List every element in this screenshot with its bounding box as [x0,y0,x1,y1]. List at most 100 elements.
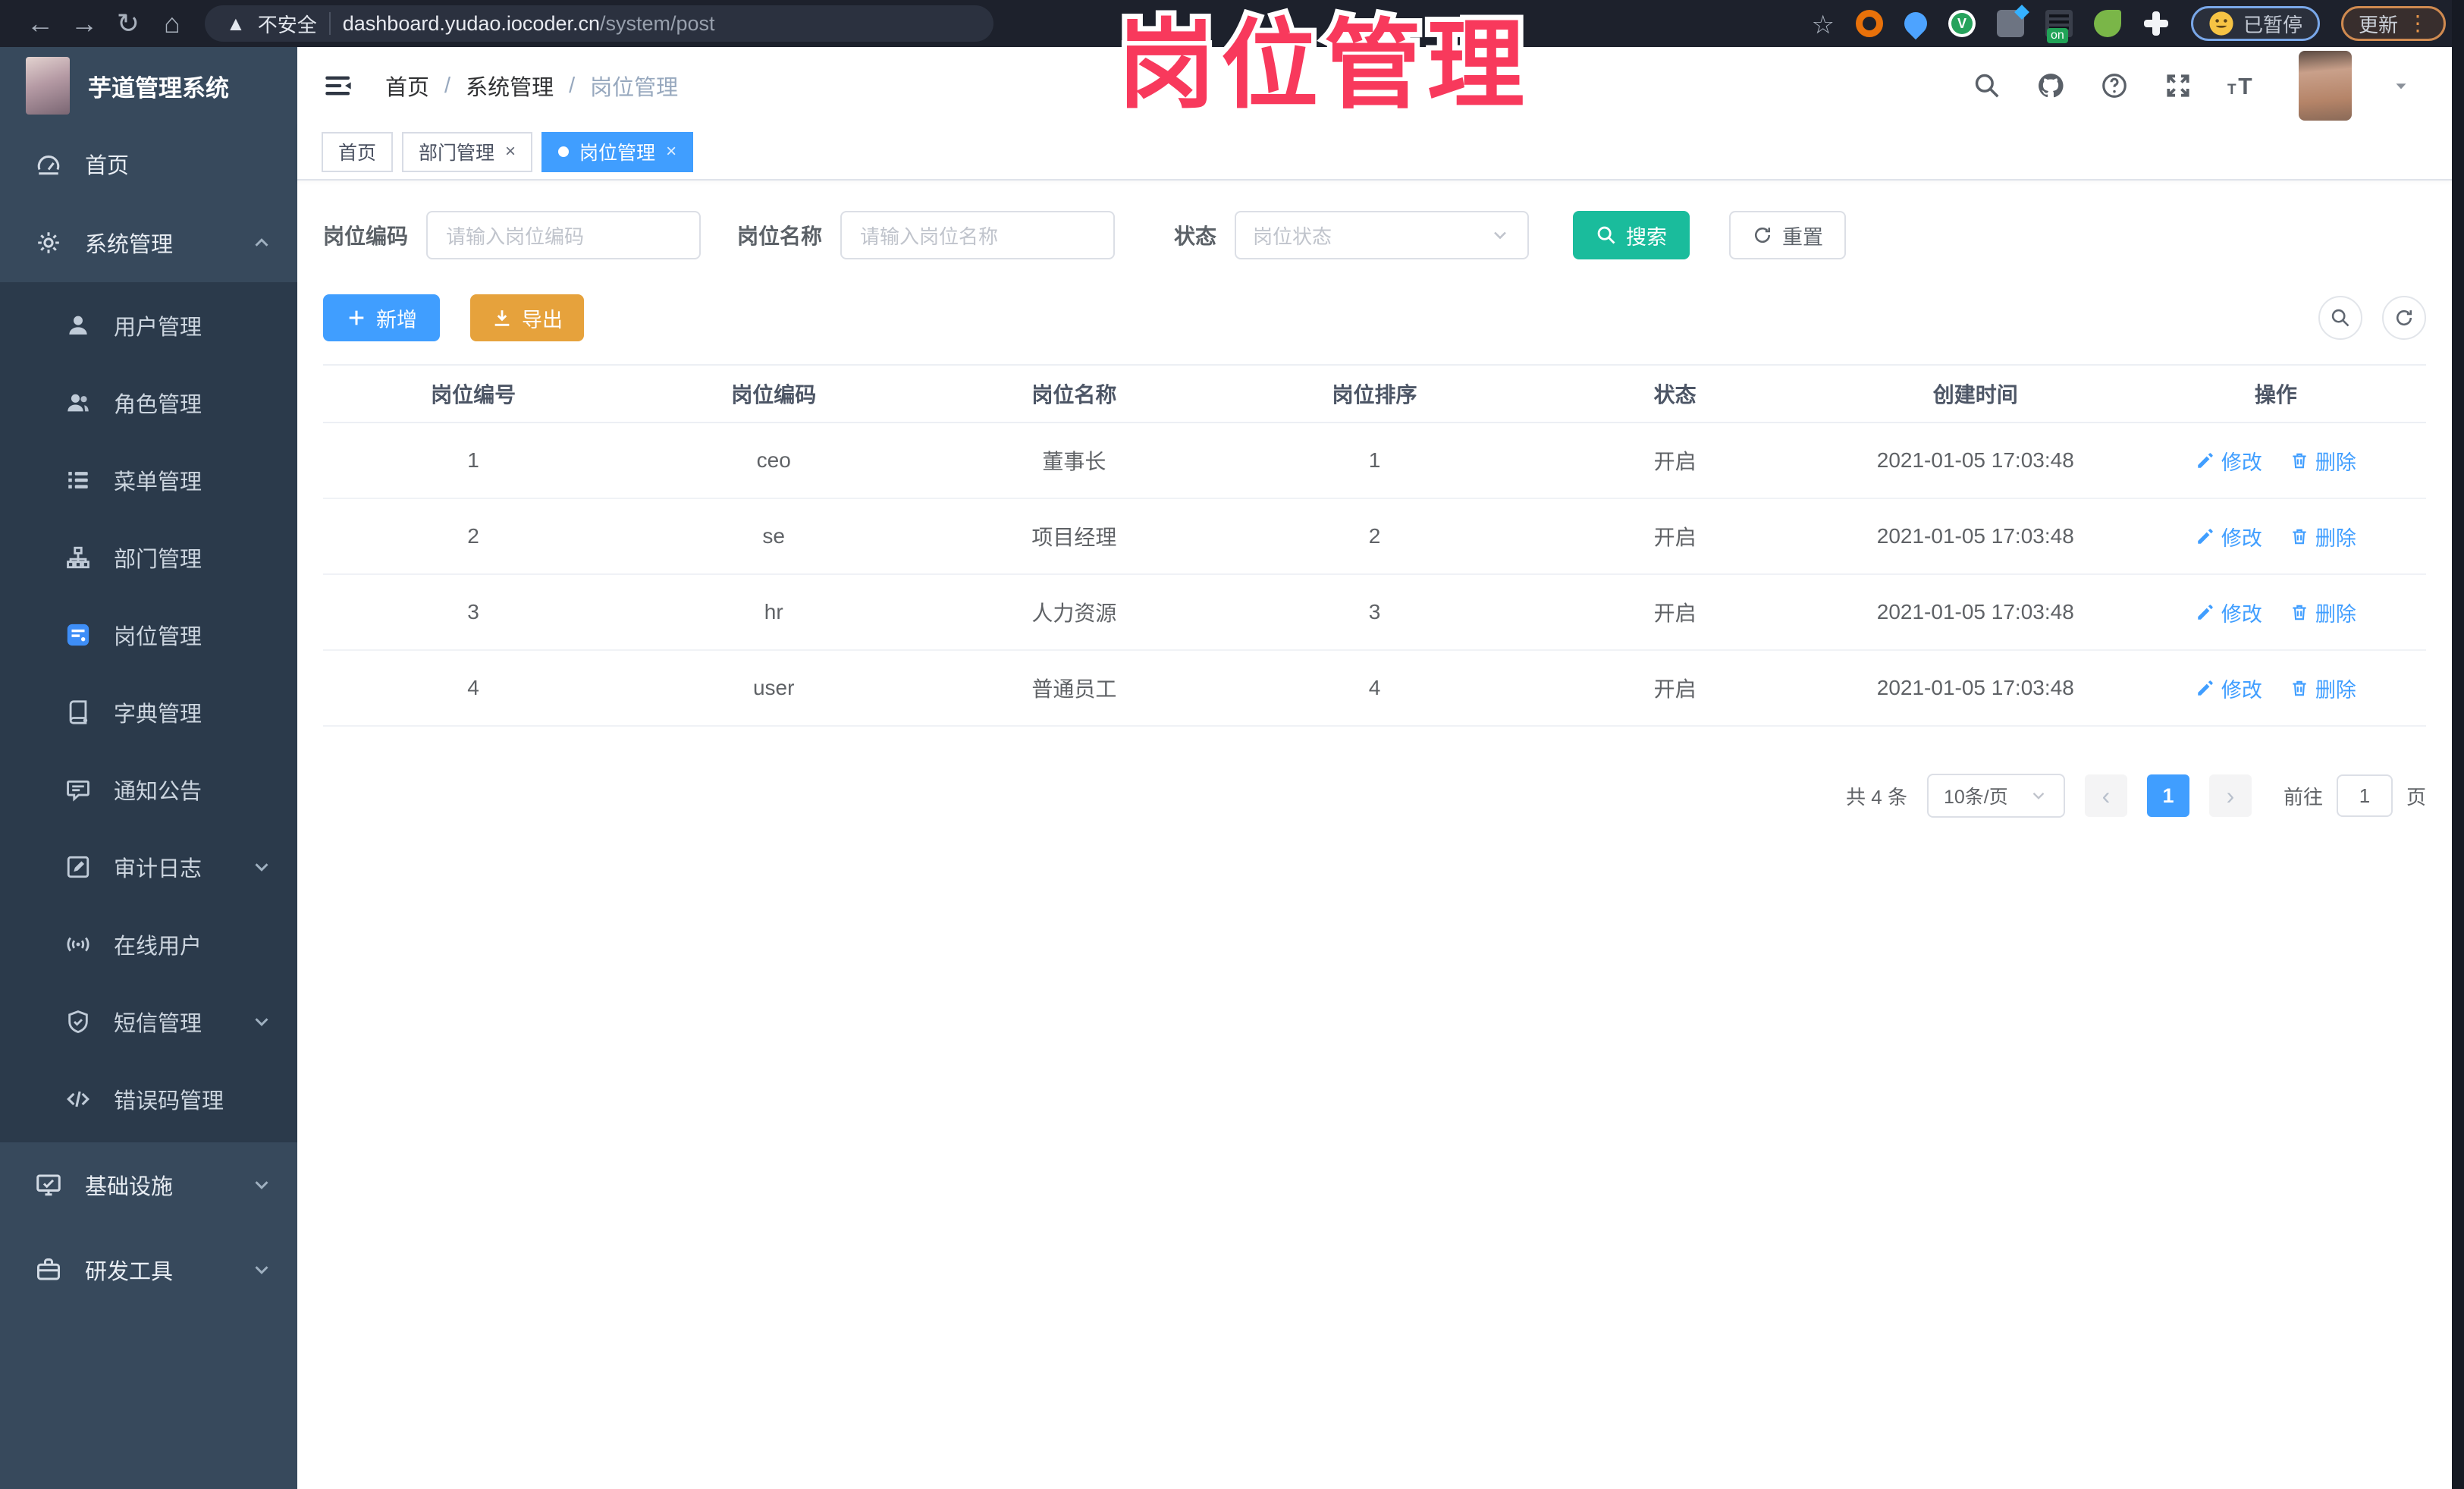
export-button-label: 导出 [522,308,563,331]
address-bar[interactable]: ▲ 不安全 dashboard.yudao.iocoder.cn/system/… [205,5,993,42]
table-body: 1 ceo 董事长 1 开启 2021-01-05 17:03:48 修改 删除 2 se 项目经理… [323,423,2426,727]
sidebar-item[interactable]: 用户管理 [0,287,297,364]
cell-name: 普通员工 [1031,677,1117,701]
sidebar-item[interactable]: 系统管理 [0,203,297,282]
delete-link[interactable]: 删除 [2290,522,2356,551]
reset-button[interactable]: 重置 [1729,211,1847,259]
sidebar-item-label: 角色管理 [114,393,202,417]
sidebar-item[interactable]: 错误码管理 [0,1060,297,1138]
edit-link[interactable]: 修改 [2196,598,2262,627]
sidebar-item[interactable]: 菜单管理 [0,441,297,519]
post-code-input[interactable]: 请输入岗位编码 [426,211,702,259]
sidebar-item[interactable]: 通知公告 [0,751,297,828]
github-icon[interactable] [2036,71,2065,100]
post-name-input[interactable]: 请输入岗位名称 [840,211,1116,259]
sidebar-item-label: 字典管理 [114,702,202,727]
delete-link-label: 删除 [2315,678,2356,702]
back-icon[interactable]: ← [18,8,62,39]
help-icon[interactable] [2100,71,2129,100]
refresh-table-button[interactable] [2382,296,2426,340]
delete-link-label: 删除 [2315,526,2356,550]
search-icon [2330,307,2351,328]
cell-status: 开启 [1653,677,1697,701]
sidebar-item-active[interactable]: 岗位管理 [0,596,297,674]
devtools-icon [35,1256,62,1283]
breadcrumb-home[interactable]: 首页 [385,70,429,102]
extension-green-check-icon[interactable]: V [1948,10,1976,37]
edit-link[interactable]: 修改 [2196,522,2262,551]
update-label: 更新 [2358,13,2398,36]
bookmark-star-icon[interactable]: ☆ [1811,10,1834,39]
font-size-icon[interactable]: TT [2227,71,2256,100]
add-button[interactable]: 新增 [323,294,440,341]
main-content: 岗位编码 请输入岗位编码 岗位名称 请输入岗位名称 状态 岗位状态 搜索 重置 [297,181,2452,1489]
close-icon[interactable]: × [505,141,516,162]
app-logo[interactable]: 芋道管理系统 [0,47,297,124]
extension-orange-ring-icon[interactable] [1855,10,1883,37]
edit-link-label: 修改 [2221,678,2262,702]
cell-actions: 修改 删除 [2126,499,2426,573]
status-label: 状态 [1174,225,1217,248]
browser-update-button[interactable]: 更新 ⋮ [2340,6,2446,41]
caret-down-icon[interactable] [2391,76,2411,96]
tab-view[interactable]: 部门管理 × [402,131,533,172]
sidebar-item[interactable]: 短信管理 [0,983,297,1060]
reload-icon[interactable]: ↻ [106,8,150,39]
error-code-icon [65,1086,91,1112]
delete-link[interactable]: 删除 [2290,598,2356,627]
cell-status: 开启 [1653,602,1697,625]
extension-list-icon[interactable]: on [2045,10,2073,43]
profile-paused-chip[interactable]: 已暂停 [2190,6,2320,41]
sidebar-item[interactable]: 基础设施 [0,1142,297,1227]
extension-sprout-icon[interactable] [2093,10,2121,37]
current-page-button[interactable]: 1 [2146,774,2189,817]
cell-sort: 3 [1368,600,1381,624]
status-select[interactable]: 岗位状态 [1235,211,1530,259]
sidebar-bottom-group: 基础设施 研发工具 [0,1142,297,1312]
search-icon [1596,225,1617,246]
hamburger-icon[interactable] [323,71,353,101]
goto-page-input[interactable] [2336,774,2393,817]
cell-code: hr [764,600,783,624]
sidebar-item[interactable]: 审计日志 [0,828,297,906]
page-size-select[interactable]: 10条/页 [1926,774,2065,818]
sidebar-item[interactable]: 角色管理 [0,364,297,441]
sidebar-item[interactable]: 在线用户 [0,906,297,983]
kebab-menu-icon[interactable]: ⋮ [2407,13,2428,34]
next-page-button[interactable]: › [2208,774,2252,817]
prev-page-button[interactable]: ‹ [2084,774,2127,817]
search-icon[interactable] [1973,71,2001,100]
export-button[interactable]: 导出 [470,294,584,341]
tab-view-active[interactable]: 岗位管理 × [541,131,694,172]
extension-pin-icon[interactable] [1899,7,1932,40]
column-header: 岗位编码 [731,383,817,407]
reset-button-label: 重置 [1782,225,1824,249]
sidebar-item-label: 系统管理 [85,233,174,257]
extension-grid-icon[interactable] [1996,10,2024,37]
home-icon[interactable]: ⌂ [150,8,194,39]
sidebar-item[interactable]: 字典管理 [0,674,297,751]
delete-link[interactable]: 删除 [2290,674,2356,703]
close-icon[interactable]: × [666,141,676,162]
insecure-warning-icon: ▲ [226,11,246,35]
user-avatar[interactable] [2299,51,2352,121]
cell-sort: 2 [1368,524,1381,548]
edit-link[interactable]: 修改 [2196,446,2262,476]
edit-link[interactable]: 修改 [2196,674,2262,703]
sidebar-item[interactable]: 部门管理 [0,519,297,596]
tab-view[interactable]: 首页 [322,131,394,172]
table-toolbar: 新增 导出 [323,294,2426,341]
sidebar-item[interactable]: 首页 [0,124,297,203]
breadcrumb-system[interactable]: 系统管理 [466,70,554,102]
cell-status: 开启 [1653,526,1697,549]
fullscreen-icon[interactable] [2164,71,2192,100]
app-header: 首页 / 系统管理 / 岗位管理 TT [297,47,2452,124]
sidebar-item[interactable]: 研发工具 [0,1227,297,1312]
browser-bar: ← → ↻ ⌂ ▲ 不安全 dashboard.yudao.iocoder.cn… [0,0,2464,47]
search-button[interactable]: 搜索 [1573,211,1690,259]
delete-link[interactable]: 删除 [2290,446,2356,476]
security-label: 不安全 [257,13,317,36]
extensions-puzzle-icon[interactable] [2142,10,2170,37]
toggle-search-button[interactable] [2318,296,2362,340]
forward-icon[interactable]: → [62,8,106,39]
